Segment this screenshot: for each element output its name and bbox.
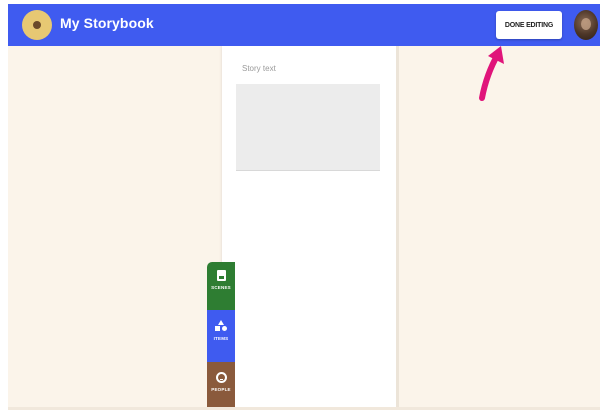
tab-items-label: ITEMS [213, 336, 229, 341]
app-logo-icon[interactable] [22, 10, 52, 40]
logo-dot [33, 21, 41, 29]
scenes-icon [216, 270, 226, 281]
tab-people[interactable]: PEOPLE [207, 362, 235, 410]
tab-people-label: PEOPLE [211, 387, 231, 392]
done-editing-button[interactable]: DONE EDITING [496, 11, 562, 39]
user-avatar[interactable] [574, 10, 598, 40]
app-frame: Story text My Storybook DONE EDITING SCE… [0, 0, 600, 410]
tab-scenes[interactable]: SCENES [207, 262, 235, 310]
tab-items[interactable]: ITEMS [207, 310, 235, 362]
side-tab-bar: SCENES ITEMS PEOPLE [207, 262, 235, 410]
story-page: Story text [222, 46, 396, 410]
people-icon [215, 372, 227, 383]
story-text-input[interactable] [236, 84, 380, 171]
annotation-arrow-icon [479, 46, 504, 101]
tab-scenes-label: SCENES [211, 285, 231, 290]
page-edge [396, 46, 399, 410]
app-title: My Storybook [60, 15, 154, 31]
items-icon [215, 320, 227, 332]
story-text-label: Story text [242, 64, 276, 73]
top-app-bar: My Storybook DONE EDITING [8, 4, 600, 46]
